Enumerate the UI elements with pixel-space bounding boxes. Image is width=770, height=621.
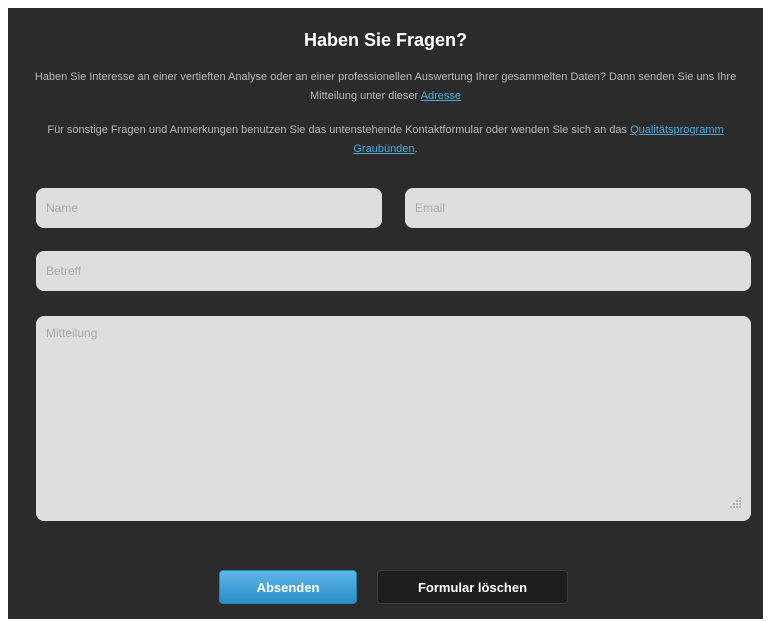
contact-panel: Haben Sie Fragen? Haben Sie Interesse an… bbox=[8, 8, 763, 619]
address-link[interactable]: Adresse bbox=[421, 90, 461, 102]
subject-field[interactable] bbox=[36, 251, 751, 291]
intro-text: Haben Sie Interesse an einer vertieften … bbox=[34, 71, 737, 102]
other-suffix: . bbox=[414, 143, 418, 155]
page-title: Haben Sie Fragen? bbox=[303, 30, 468, 50]
intro-paragraph: Haben Sie Interesse an einer vertieften … bbox=[28, 68, 743, 106]
email-field[interactable] bbox=[405, 188, 751, 228]
reset-form-button[interactable]: Formular löschen bbox=[377, 570, 568, 604]
message-field[interactable] bbox=[36, 316, 751, 521]
resize-grip-icon[interactable] bbox=[730, 496, 744, 510]
send-button[interactable]: Absenden bbox=[219, 570, 357, 604]
other-text: Für sonstige Fragen und Anmerkungen benu… bbox=[47, 124, 631, 136]
other-questions-paragraph: Für sonstige Fragen und Anmerkungen benu… bbox=[28, 121, 743, 159]
name-field[interactable] bbox=[36, 188, 382, 228]
